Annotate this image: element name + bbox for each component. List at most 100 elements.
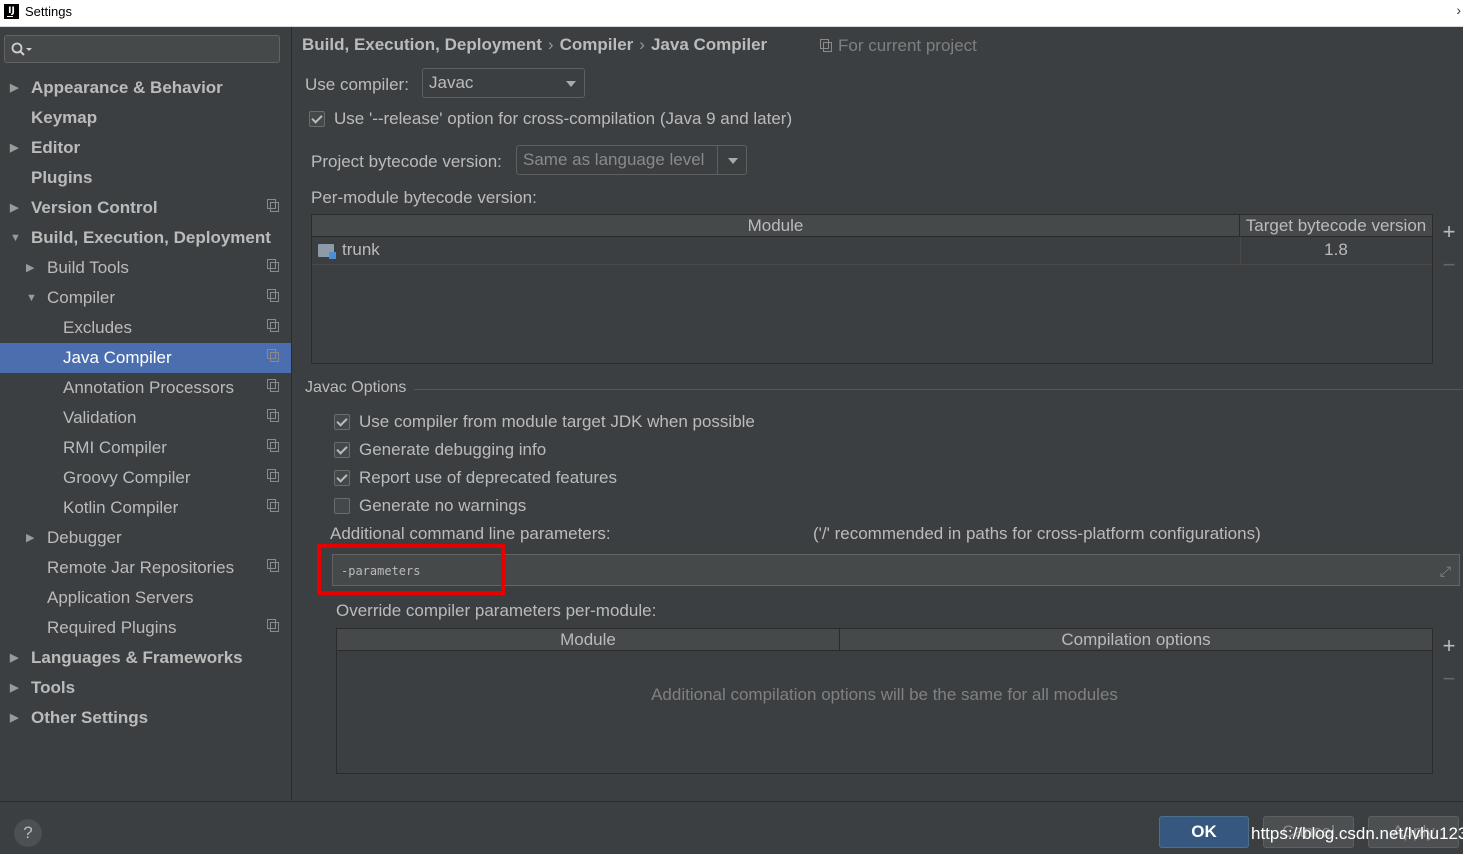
target-version-cell: 1.8 (1324, 240, 1348, 259)
window-title: Settings (25, 4, 72, 19)
expand-arrow-icon[interactable]: ▶ (26, 523, 34, 553)
sidebar-item-label: Build Tools (47, 258, 129, 277)
collapse-arrow-icon[interactable]: ▼ (10, 223, 21, 253)
deprecated-features-label: Report use of deprecated features (359, 468, 617, 487)
release-option-label: Use '--release' option for cross-compila… (334, 109, 793, 128)
project-scope-icon (267, 469, 279, 482)
javac-options-title: Javac Options (305, 379, 407, 396)
sidebar-item-rmi-compiler[interactable]: RMI Compiler (0, 433, 291, 463)
sidebar-item-appearance-behavior[interactable]: ▶ Appearance & Behavior (0, 73, 291, 103)
use-compiler-label: Use compiler: (305, 75, 409, 94)
sidebar-item-label: Other Settings (31, 708, 149, 727)
window-titlebar: IJ Settings › (0, 0, 1463, 27)
sidebar-item-application-servers[interactable]: Application Servers (0, 583, 291, 613)
use-module-jdk-label: Use compiler from module target JDK when… (359, 412, 755, 431)
sidebar-item-label: Remote Jar Repositories (47, 558, 235, 577)
compiler-select[interactable]: Javac (422, 68, 585, 98)
sidebar-item-label: Appearance & Behavior (31, 78, 223, 97)
project-bytecode-label: Project bytecode version: (311, 152, 502, 171)
sidebar-item-compiler[interactable]: ▼ Compiler (0, 283, 291, 313)
column-header-module[interactable]: Module (337, 629, 840, 651)
sidebar-item-label: Validation (63, 408, 137, 427)
sidebar-item-remote-jar-repositories[interactable]: Remote Jar Repositories (0, 553, 291, 583)
per-module-label: Per-module bytecode version: (311, 188, 537, 207)
column-header-module[interactable]: Module (312, 215, 1240, 237)
project-scope-icon (267, 409, 279, 422)
module-folder-icon (318, 244, 336, 259)
section-divider (414, 389, 1463, 390)
no-warnings-checkbox[interactable] (334, 498, 350, 514)
add-override-button[interactable]: + (1439, 633, 1459, 659)
column-header-target-version[interactable]: Target bytecode version (1240, 215, 1432, 237)
project-scope-icon (267, 559, 279, 572)
for-project-label: For current project (838, 36, 977, 55)
help-button[interactable]: ? (14, 819, 42, 847)
remove-override-button[interactable]: − (1439, 666, 1459, 692)
project-scope-icon (267, 379, 279, 392)
combo-divider (717, 146, 718, 174)
watermark-text: https://blog.csdn.net/lvhu123 (1251, 824, 1463, 843)
project-scope-icon (267, 199, 279, 212)
breadcrumb-item: Java Compiler (650, 35, 768, 54)
sidebar-item-label: Kotlin Compiler (63, 498, 179, 517)
project-scope-icon (267, 619, 279, 632)
deprecated-features-checkbox[interactable] (334, 470, 350, 486)
breadcrumb-separator: › (639, 35, 645, 54)
sidebar-item-languages-frameworks[interactable]: ▶ Languages & Frameworks (0, 643, 291, 673)
collapse-arrow-icon[interactable]: ▼ (26, 283, 37, 313)
sidebar-item-annotation-processors[interactable]: Annotation Processors (0, 373, 291, 403)
sidebar-item-plugins[interactable]: Plugins (0, 163, 291, 193)
project-scope-icon (267, 349, 279, 362)
sidebar-item-label: Tools (31, 678, 76, 697)
column-header-compilation-options[interactable]: Compilation options (840, 629, 1432, 651)
add-module-button[interactable]: + (1439, 219, 1459, 245)
remove-module-button[interactable]: − (1439, 252, 1459, 278)
expand-arrow-icon[interactable]: ▶ (10, 673, 18, 703)
sidebar-item-version-control[interactable]: ▶ Version Control (0, 193, 291, 223)
search-input[interactable] (4, 35, 280, 63)
sidebar-item-keymap[interactable]: Keymap (0, 103, 291, 133)
sidebar-item-other-settings[interactable]: ▶ Other Settings (0, 703, 291, 733)
expand-arrow-icon[interactable]: ▶ (10, 133, 18, 163)
sidebar-item-label: Keymap (31, 108, 98, 127)
ok-button[interactable]: OK (1159, 816, 1249, 848)
sidebar-item-required-plugins[interactable]: Required Plugins (0, 613, 291, 643)
sidebar-item-tools[interactable]: ▶ Tools (0, 673, 291, 703)
sidebar-item-editor[interactable]: ▶ Editor (0, 133, 291, 163)
project-scope-icon (267, 289, 279, 302)
chevron-right-icon[interactable]: › (1456, 2, 1461, 18)
expand-arrow-icon[interactable]: ▶ (10, 643, 18, 673)
breadcrumb-separator: › (547, 35, 554, 54)
sidebar-item-build-execution-deployment[interactable]: ▼ Build, Execution, Deployment (0, 223, 291, 253)
project-bytecode-select[interactable]: Same as language level (516, 145, 747, 175)
expand-arrow-icon[interactable]: ▶ (10, 73, 18, 103)
sidebar-item-validation[interactable]: Validation (0, 403, 291, 433)
sidebar-item-label: Annotation Processors (63, 378, 235, 397)
search-icon (11, 42, 32, 56)
no-warnings-label: Generate no warnings (359, 496, 527, 515)
settings-sidebar: ▶ Appearance & Behavior Keymap ▶ Editor … (0, 27, 292, 800)
per-module-table: Module Target bytecode version trunk 1.8 (311, 214, 1433, 364)
expand-arrow-icon[interactable]: ▶ (10, 703, 18, 733)
sidebar-item-groovy-compiler[interactable]: Groovy Compiler (0, 463, 291, 493)
sidebar-item-debugger[interactable]: ▶ Debugger (0, 523, 291, 553)
sidebar-item-java-compiler[interactable]: Java Compiler (0, 343, 291, 373)
project-bytecode-value: Same as language level (523, 150, 705, 169)
sidebar-item-label: Plugins (31, 168, 93, 187)
for-current-project-note: For current project (820, 36, 977, 56)
sidebar-item-label: RMI Compiler (63, 438, 167, 457)
release-option-checkbox[interactable] (309, 111, 325, 127)
expand-arrow-icon[interactable]: ▶ (10, 193, 18, 223)
use-module-jdk-checkbox[interactable] (334, 414, 350, 430)
debug-info-checkbox[interactable] (334, 442, 350, 458)
sidebar-item-kotlin-compiler[interactable]: Kotlin Compiler (0, 493, 291, 523)
sidebar-item-build-tools[interactable]: ▶ Build Tools (0, 253, 291, 283)
sidebar-item-label: Languages & Frameworks (31, 648, 243, 667)
sidebar-item-excludes[interactable]: Excludes (0, 313, 291, 343)
project-scope-icon (820, 38, 832, 52)
chevron-down-icon (566, 81, 576, 87)
empty-table-message: Additional compilation options will be t… (651, 685, 1118, 704)
expand-icon[interactable]: ⤢ (1440, 563, 1451, 580)
expand-arrow-icon[interactable]: ▶ (26, 253, 34, 283)
table-row[interactable]: trunk 1.8 (312, 237, 1432, 265)
